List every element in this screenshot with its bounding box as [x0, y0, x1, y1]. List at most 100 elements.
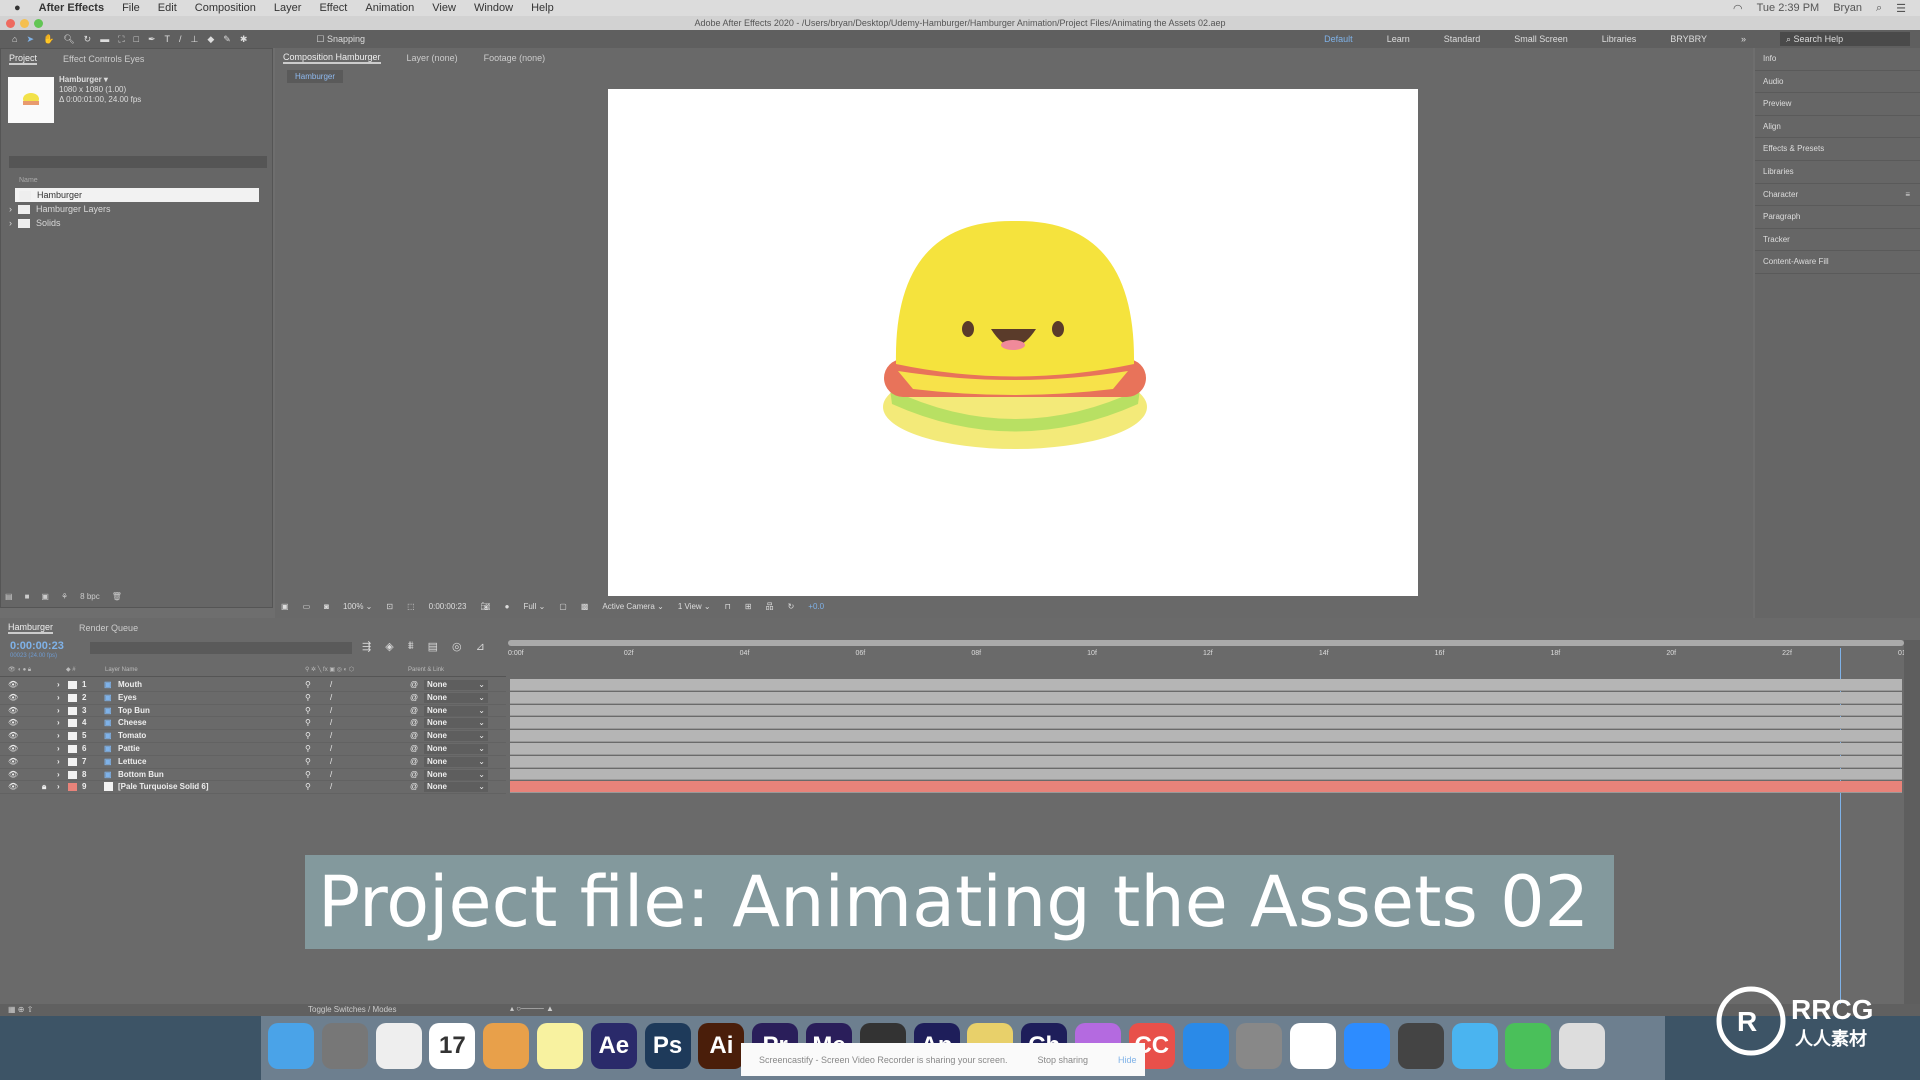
quality-switch-icon[interactable]: / — [330, 744, 332, 753]
dock-zoom-icon[interactable] — [1344, 1023, 1390, 1069]
label-color-swatch[interactable] — [68, 770, 77, 779]
workspace-learn[interactable]: Learn — [1387, 34, 1410, 44]
layer-duration-bar[interactable] — [510, 781, 1902, 794]
layer-name[interactable]: Cheese — [118, 718, 146, 727]
anchor-tool-icon[interactable]: ⛶ — [118, 34, 124, 45]
shy-switch-icon[interactable]: ⚲ — [305, 680, 311, 689]
layer-name[interactable]: Lettuce — [118, 757, 146, 766]
visibility-eye-icon[interactable]: 👁︎ — [8, 757, 18, 766]
layer-name[interactable]: [Pale Turquoise Solid 6] — [118, 782, 209, 791]
pick-whip-icon[interactable]: @ — [410, 744, 418, 753]
pick-whip-icon[interactable]: @ — [410, 718, 418, 727]
dock-calendar-icon[interactable]: 17 — [429, 1023, 476, 1069]
layer-name[interactable]: Top Bun — [118, 706, 150, 715]
hand-tool-icon[interactable]: ✋ — [43, 34, 54, 45]
dock-facetime-icon[interactable] — [1505, 1023, 1552, 1069]
panel-paragraph[interactable]: Paragraph — [1755, 206, 1920, 229]
expand-icon[interactable]: › — [57, 718, 60, 727]
expand-icon[interactable]: › — [57, 770, 60, 779]
menu-layer[interactable]: Layer — [274, 2, 302, 14]
layer-search-input[interactable] — [90, 642, 352, 654]
dock-ai-icon[interactable]: Ai — [698, 1023, 745, 1069]
user-name[interactable]: Bryan — [1833, 2, 1862, 15]
quality-switch-icon[interactable]: / — [330, 706, 332, 715]
project-item-solids[interactable]: › Solids — [5, 216, 271, 230]
stop-sharing-button[interactable]: Stop sharing — [1037, 1055, 1088, 1065]
shy-switch-icon[interactable]: ⚲ — [305, 744, 311, 753]
label-color-swatch[interactable] — [68, 783, 77, 792]
interpret-footage-icon[interactable]: ▤ — [5, 592, 13, 601]
dock-launchpad-icon[interactable] — [321, 1023, 368, 1069]
dock-chrome-icon[interactable] — [375, 1023, 422, 1069]
tab-footage[interactable]: Footage (none) — [484, 53, 546, 63]
layer-row[interactable]: 👁︎ › 8 ▣ Bottom Bun ⚲ / @ None ⌄ — [0, 769, 506, 782]
layer-name-header[interactable]: Layer Name — [105, 667, 138, 673]
parent-select[interactable]: None ⌄ — [424, 718, 488, 729]
tab-hamburger[interactable]: Hamburger — [8, 622, 54, 634]
composition-mini-flowchart-icon[interactable]: ⇶ — [362, 640, 371, 653]
new-comp-icon[interactable]: ▣ — [41, 592, 49, 601]
timeline-scrollbar[interactable] — [1904, 640, 1920, 1020]
visibility-eye-icon[interactable]: 👁︎ — [8, 782, 18, 791]
expand-icon[interactable]: › — [57, 744, 60, 753]
color-channel-icon[interactable]: ● — [505, 602, 510, 611]
zoom-tool-icon[interactable]: 🔍︎ — [63, 34, 74, 45]
label-color-swatch[interactable] — [68, 693, 77, 702]
layer-duration-bar[interactable] — [510, 730, 1902, 742]
layer-row[interactable]: 👁︎ › 4 ▣ Cheese ⚲ / @ None ⌄ — [0, 717, 506, 731]
layer-duration-bar[interactable] — [510, 691, 1902, 704]
monitor-icon[interactable]: ▭ — [303, 602, 311, 611]
layer-duration-bar[interactable] — [510, 768, 1902, 781]
more-workspaces-icon[interactable]: » — [1741, 34, 1746, 44]
zoom-select[interactable]: 100% ⌄ — [343, 602, 372, 611]
zoom-slider[interactable]: ▴ ○──── ▲ — [510, 1004, 554, 1013]
expand-icon[interactable]: › — [57, 782, 60, 791]
workspace-libraries[interactable]: Libraries — [1602, 34, 1637, 44]
time-ruler[interactable]: 0:00f02f04f06f08f10f12f14f16f18f20f22f01… — [508, 640, 1916, 668]
dock-photos-icon[interactable] — [1290, 1023, 1337, 1069]
panel-menu-icon[interactable]: ≡ — [1905, 184, 1910, 206]
layer-row[interactable]: 👁︎ › 2 ▣ Eyes ⚲ / @ None ⌄ — [0, 692, 506, 705]
pick-whip-icon[interactable]: @ — [410, 693, 418, 702]
puppet-tool-icon[interactable]: ✱ — [240, 34, 248, 45]
panel-tracker[interactable]: Tracker — [1755, 229, 1920, 252]
camera-tool-icon[interactable]: ▬ — [100, 34, 109, 44]
dock-trash-icon[interactable] — [1559, 1023, 1606, 1069]
dock-app-store-icon[interactable] — [1182, 1023, 1229, 1069]
layer-duration-bar[interactable] — [510, 704, 1902, 717]
exposure-reset-icon[interactable]: ↻ — [788, 602, 795, 611]
workspace-default[interactable]: Default — [1324, 34, 1353, 44]
close-window-button[interactable] — [6, 19, 15, 28]
visibility-eye-icon[interactable]: 👁︎ — [8, 693, 18, 702]
layer-name[interactable]: Bottom Bun — [118, 770, 164, 779]
tab-render-queue[interactable]: Render Queue — [79, 623, 138, 633]
menu-help[interactable]: Help — [531, 2, 554, 14]
timeline-icon[interactable]: ⊞ — [745, 602, 752, 611]
layer-duration-bar[interactable] — [510, 755, 1902, 768]
shy-switch-icon[interactable]: ⚲ — [305, 706, 311, 715]
eraser-tool-icon[interactable]: ◆ — [207, 34, 214, 45]
exposure-value[interactable]: +0.0 — [808, 602, 824, 611]
composition-canvas[interactable] — [608, 89, 1418, 596]
flowchart-icon[interactable]: 品 — [766, 601, 774, 612]
menu-edit[interactable]: Edit — [158, 2, 177, 14]
expand-icon[interactable]: › — [57, 757, 60, 766]
expand-icon[interactable]: › — [9, 204, 12, 214]
resolution-select[interactable]: Full ⌄ — [523, 602, 545, 611]
expand-icon[interactable]: › — [57, 731, 60, 740]
layer-duration-bar[interactable] — [510, 679, 1902, 691]
home-icon[interactable]: ⌂ — [12, 34, 17, 44]
parent-select[interactable]: None ⌄ — [424, 782, 488, 793]
parent-select[interactable]: None ⌄ — [424, 680, 488, 690]
rotate-tool-icon[interactable]: ↻ — [84, 34, 92, 45]
workspace-standard[interactable]: Standard — [1444, 34, 1481, 44]
quality-switch-icon[interactable]: / — [330, 770, 332, 779]
shy-switch-icon[interactable]: ⚲ — [305, 770, 311, 779]
quality-switch-icon[interactable]: / — [330, 782, 332, 791]
menu-composition[interactable]: Composition — [195, 2, 256, 14]
panel-libraries[interactable]: Libraries — [1755, 161, 1920, 184]
layer-row[interactable]: 👁︎ › 3 ▣ Top Bun ⚲ / @ None ⌄ — [0, 705, 506, 718]
menu-effect[interactable]: Effect — [319, 2, 347, 14]
project-search-input[interactable] — [9, 156, 267, 168]
tab-project[interactable]: Project — [9, 53, 38, 65]
